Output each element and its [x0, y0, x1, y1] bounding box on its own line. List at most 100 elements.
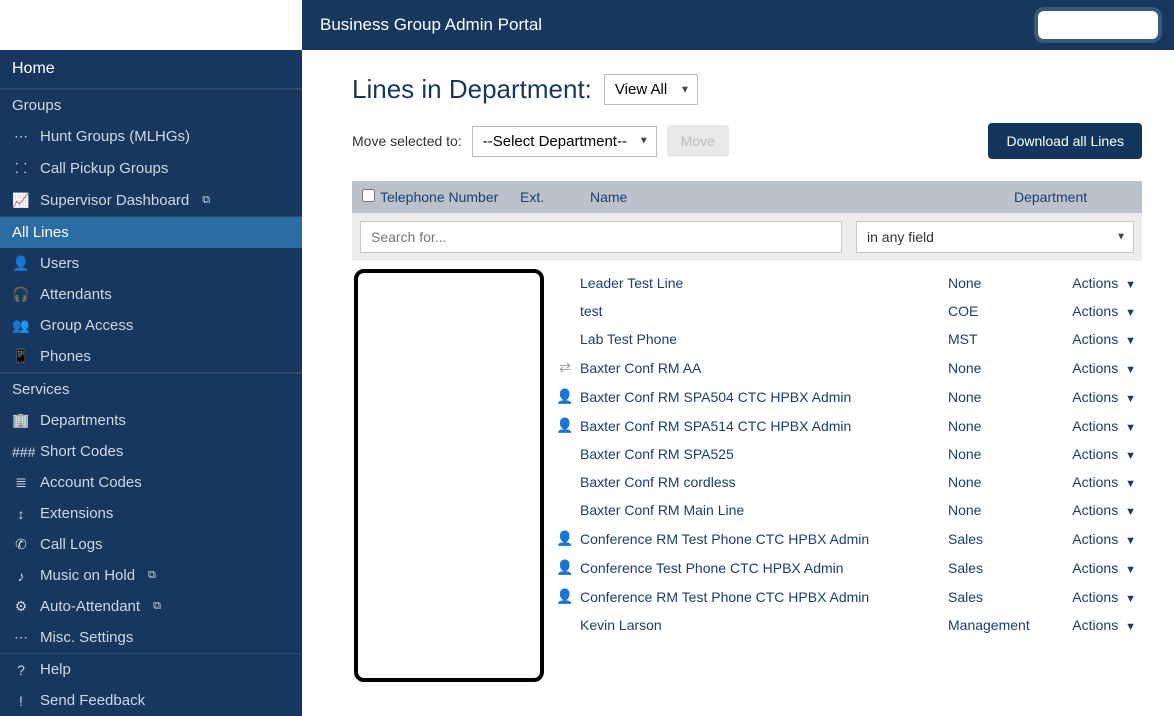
nav-services-item-5-icon: ♪ — [12, 568, 30, 584]
row-name[interactable]: Conference RM Test Phone CTC HPBX Admin — [574, 589, 948, 605]
nav-services-item-5[interactable]: ♪Music on Hold⧉ — [0, 560, 302, 591]
row-actions-menu[interactable]: Actions ▼ — [1058, 474, 1136, 490]
nav-services-item-1-label: Short Codes — [40, 443, 123, 460]
nav-groups-item-0-label: Hunt Groups (MLHGs) — [40, 128, 190, 145]
row-name[interactable]: Baxter Conf RM AA — [574, 360, 948, 376]
nav-services-item-5-label: Music on Hold — [40, 567, 135, 584]
row-actions-menu[interactable]: Actions ▼ — [1058, 331, 1136, 347]
nav-groups-header: Groups — [0, 89, 302, 121]
nav-groups-item-2[interactable]: 📈Supervisor Dashboard⧉ — [0, 185, 302, 216]
row-name[interactable]: Baxter Conf RM SPA525 — [574, 446, 948, 462]
row-actions-menu[interactable]: Actions ▼ — [1058, 531, 1136, 547]
row-actions-menu[interactable]: Actions ▼ — [1058, 418, 1136, 434]
move-label: Move selected to: — [352, 133, 462, 149]
nav-services-item-0-label: Departments — [40, 412, 126, 429]
select-all-checkbox[interactable] — [362, 189, 375, 202]
row-name[interactable]: Leader Test Line — [574, 275, 948, 291]
chevron-down-icon: ▼ — [1125, 335, 1136, 347]
view-department-select[interactable]: View All — [604, 74, 698, 105]
nav-lines-item-1[interactable]: 🎧Attendants — [0, 279, 302, 310]
row-name[interactable]: Baxter Conf RM Main Line — [574, 502, 948, 518]
table-row: 👤Conference RM Test Phone CTC HPBX Admin… — [556, 582, 1142, 611]
nav-services-item-4[interactable]: ✆Call Logs — [0, 529, 302, 560]
row-name[interactable]: test — [574, 303, 948, 319]
row-name[interactable]: Baxter Conf RM SPA504 CTC HPBX Admin — [574, 389, 948, 405]
nav-lines-item-3-label: Phones — [40, 348, 91, 365]
row-department: Management — [948, 617, 1058, 633]
nav-lines-item-0-label: Users — [40, 255, 79, 272]
chevron-down-icon: ▼ — [1125, 506, 1136, 518]
nav-services-item-3-label: Extensions — [40, 505, 113, 522]
nav-services-item-2-label: Account Codes — [40, 474, 142, 491]
nav-services-item-6[interactable]: ⚙Auto-Attendant⧉ — [0, 591, 302, 622]
row-name[interactable]: Conference Test Phone CTC HPBX Admin — [574, 560, 948, 576]
nav-services-item-2[interactable]: ≣Account Codes — [0, 467, 302, 498]
nav-services-item-6-icon: ⚙ — [12, 598, 30, 615]
nav-services-item-1[interactable]: ###Short Codes — [0, 436, 302, 467]
row-actions-menu[interactable]: Actions ▼ — [1058, 446, 1136, 462]
table-header: Telephone Number Ext. Name Department — [352, 181, 1142, 213]
nav-lines-item-3[interactable]: 📱 Phones — [0, 341, 302, 372]
nav-footer-item-0[interactable]: ? Help — [0, 654, 302, 685]
chevron-down-icon: ▼ — [1125, 478, 1136, 490]
table-row: 👤Conference Test Phone CTC HPBX AdminSal… — [556, 553, 1142, 582]
search-input[interactable] — [360, 221, 842, 253]
nav-services-item-3[interactable]: ↕ Extensions — [0, 498, 302, 529]
account-menu[interactable] — [1034, 7, 1162, 43]
nav-services-item-3-icon: ↕ — [12, 506, 30, 522]
row-actions-menu[interactable]: Actions ▼ — [1058, 275, 1136, 291]
row-department: None — [948, 389, 1058, 405]
chevron-down-icon: ▼ — [1125, 393, 1136, 405]
row-department: None — [948, 275, 1058, 291]
row-actions-menu[interactable]: Actions ▼ — [1058, 617, 1136, 633]
top-bar-logo-area — [0, 0, 302, 50]
col-ext[interactable]: Ext. — [520, 189, 590, 205]
nav-footer-item-1[interactable]: !Send Feedback — [0, 685, 302, 716]
table-row: Baxter Conf RM cordlessNoneActions ▼ — [556, 468, 1142, 496]
table-row: 👤Conference RM Test Phone CTC HPBX Admin… — [556, 524, 1142, 553]
row-actions-menu[interactable]: Actions ▼ — [1058, 589, 1136, 605]
nav-services-item-0[interactable]: 🏢 Departments — [0, 405, 302, 436]
nav-home[interactable]: Home — [0, 50, 302, 88]
nav-services-item-4-label: Call Logs — [40, 536, 103, 553]
nav-lines-item-2-icon: 👥 — [12, 317, 30, 334]
nav-footer-item-0-label: Help — [40, 661, 71, 678]
nav-footer-item-1-icon: ! — [12, 693, 30, 709]
table-row: ⇄Baxter Conf RM AANoneActions ▼ — [556, 353, 1142, 382]
redacted-phone-column — [354, 269, 544, 682]
col-name[interactable]: Name — [590, 189, 1014, 205]
download-all-lines-button[interactable]: Download all Lines — [988, 123, 1142, 159]
search-field-select[interactable]: in any field — [856, 221, 1134, 253]
row-actions-menu[interactable]: Actions ▼ — [1058, 560, 1136, 576]
nav-lines-item-0[interactable]: 👤Users — [0, 248, 302, 279]
row-actions-menu[interactable]: Actions ▼ — [1058, 389, 1136, 405]
nav-groups-item-1-icon: ⸬ — [12, 159, 30, 178]
row-name[interactable]: Conference RM Test Phone CTC HPBX Admin — [574, 531, 948, 547]
row-type-icon: 👤 — [556, 530, 574, 547]
col-telephone[interactable]: Telephone Number — [380, 189, 520, 205]
table-row: Kevin LarsonManagementActions ▼ — [556, 611, 1142, 639]
row-department: None — [948, 446, 1058, 462]
row-type-icon: ⇄ — [556, 359, 574, 376]
row-name[interactable]: Kevin Larson — [574, 617, 948, 633]
nav-services-item-7[interactable]: ⋯Misc. Settings — [0, 622, 302, 653]
nav-lines-item-3-icon: 📱 — [12, 348, 30, 365]
nav-groups-item-1[interactable]: ⸬Call Pickup Groups — [0, 152, 302, 185]
col-department[interactable]: Department — [1014, 189, 1132, 205]
move-button[interactable]: Move — [667, 125, 729, 157]
nav-all-lines[interactable]: All Lines — [0, 217, 302, 248]
row-name[interactable]: Baxter Conf RM cordless — [574, 474, 948, 490]
chevron-down-icon: ▼ — [1125, 564, 1136, 576]
move-department-select[interactable]: --Select Department-- — [472, 126, 657, 157]
row-name[interactable]: Baxter Conf RM SPA514 CTC HPBX Admin — [574, 418, 948, 434]
row-department: Sales — [948, 531, 1058, 547]
nav-services-item-0-icon: 🏢 — [12, 412, 30, 429]
top-bar: Business Group Admin Portal — [0, 0, 1174, 50]
row-actions-menu[interactable]: Actions ▼ — [1058, 360, 1136, 376]
nav-groups-item-0[interactable]: ⋯Hunt Groups (MLHGs) — [0, 121, 302, 152]
row-actions-menu[interactable]: Actions ▼ — [1058, 502, 1136, 518]
row-actions-menu[interactable]: Actions ▼ — [1058, 303, 1136, 319]
nav-lines-item-2[interactable]: 👥Group Access — [0, 310, 302, 341]
nav-footer-item-0-icon: ? — [12, 662, 30, 678]
row-name[interactable]: Lab Test Phone — [574, 331, 948, 347]
